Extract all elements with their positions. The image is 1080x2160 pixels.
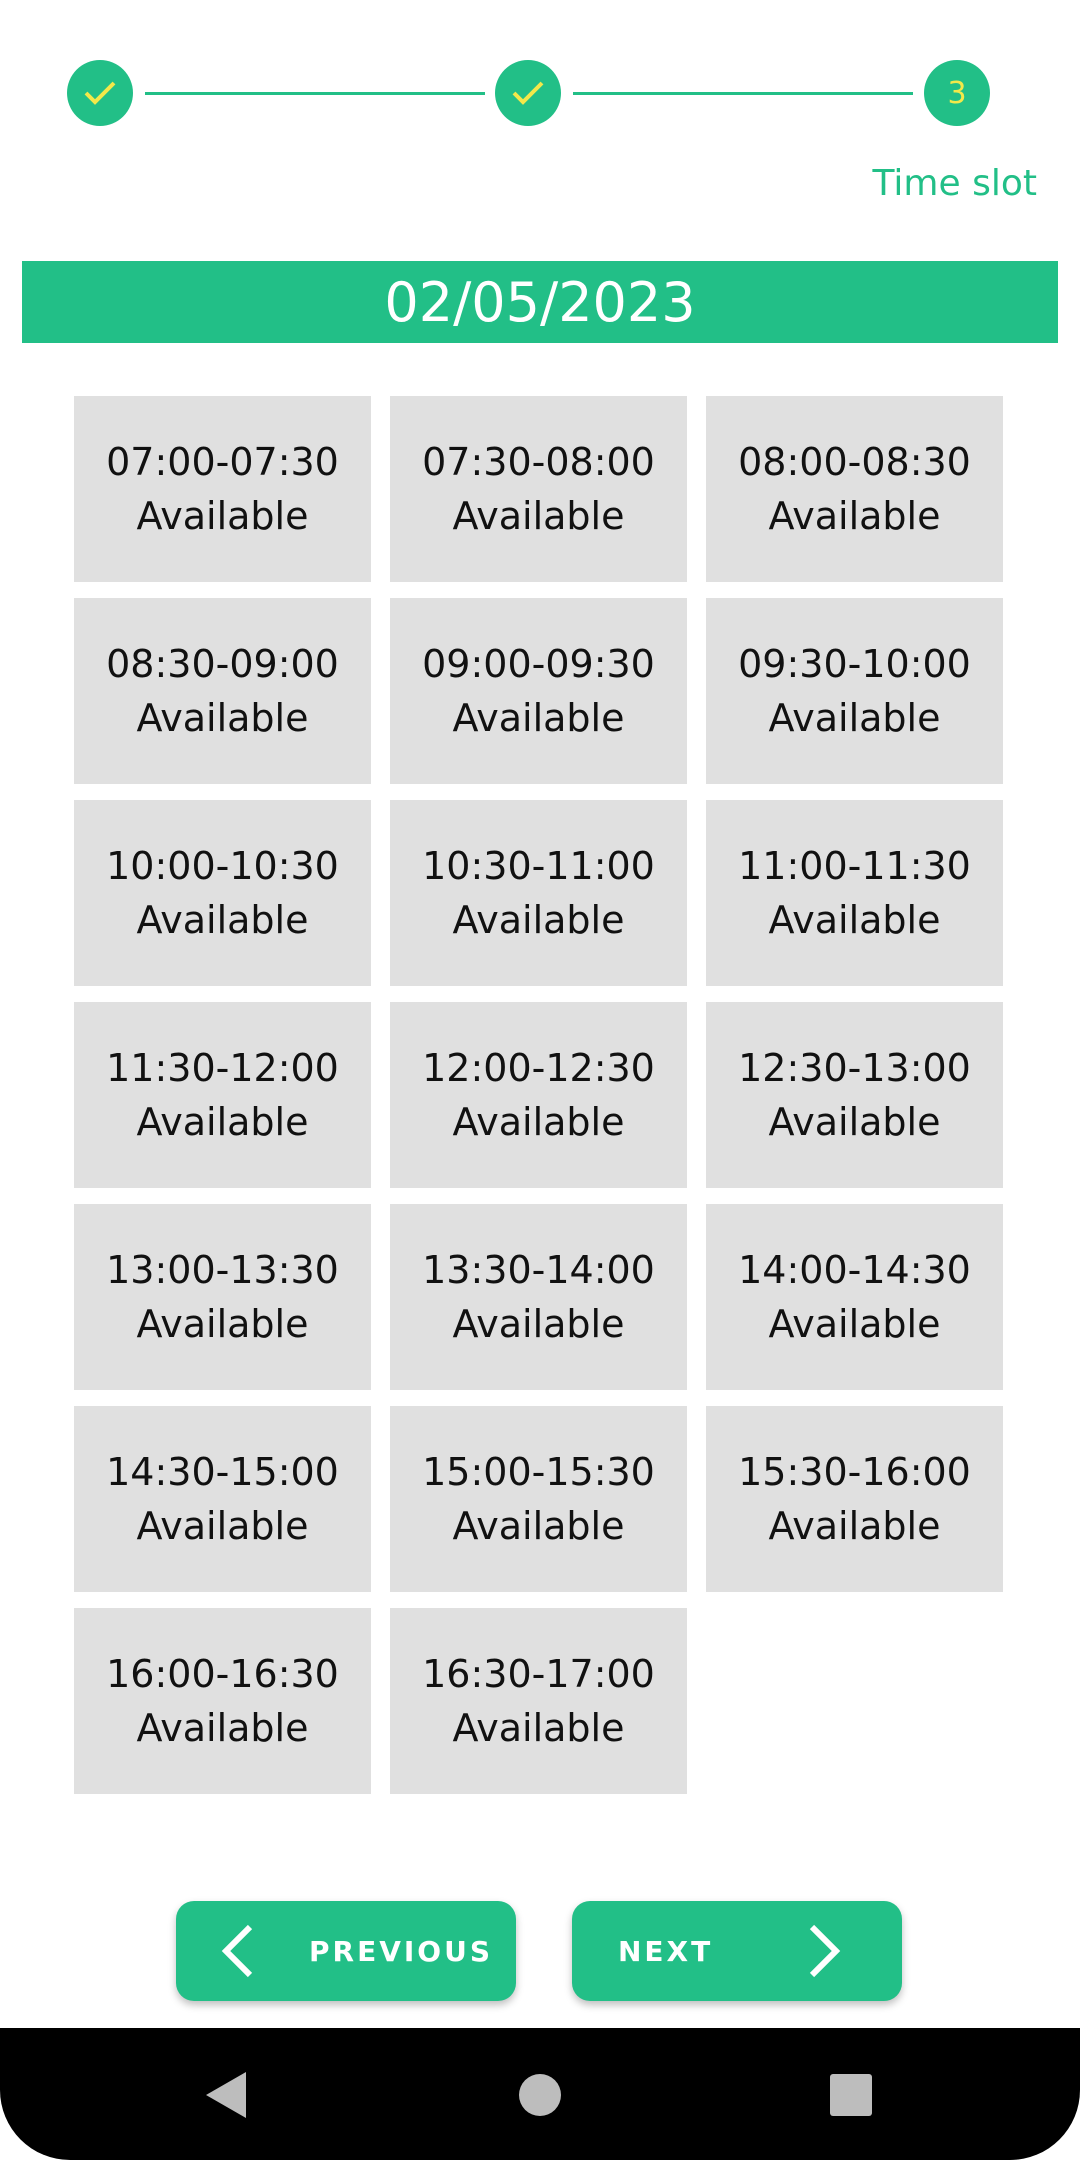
time-slot-status: Available	[136, 1302, 309, 1346]
time-slot[interactable]: 10:00-10:30 Available	[74, 800, 371, 986]
time-slot-status: Available	[768, 1504, 941, 1548]
time-slot-range: 12:00-12:30	[422, 1046, 655, 1090]
time-slot[interactable]: 09:00-09:30 Available	[390, 598, 687, 784]
next-button[interactable]: NEXT	[572, 1901, 902, 2001]
time-slot[interactable]: 13:30-14:00 Available	[390, 1204, 687, 1390]
time-slot[interactable]: 15:30-16:00 Available	[706, 1406, 1003, 1592]
time-slot[interactable]: 13:00-13:30 Available	[74, 1204, 371, 1390]
chevron-left-icon	[221, 1924, 253, 1978]
time-slot-range: 15:30-16:00	[738, 1450, 971, 1494]
time-slot-range: 07:30-08:00	[422, 440, 655, 484]
time-slot-range: 16:00-16:30	[106, 1652, 339, 1696]
chevron-right-icon	[809, 1924, 841, 1978]
time-slot-status: Available	[136, 696, 309, 740]
time-slot-status: Available	[136, 1706, 309, 1750]
time-slot-range: 11:30-12:00	[106, 1046, 339, 1090]
time-slot-range: 14:30-15:00	[106, 1450, 339, 1494]
time-slot-range: 08:00-08:30	[738, 440, 971, 484]
time-slot[interactable]: 07:00-07:30 Available	[74, 396, 371, 582]
stepper: 3 Time slot	[0, 0, 1080, 204]
time-slot-range: 14:00-14:30	[738, 1248, 971, 1292]
time-slot-range: 10:00-10:30	[106, 844, 339, 888]
step-1-done	[67, 60, 133, 126]
time-slot-range: 13:00-13:30	[106, 1248, 339, 1292]
time-slot-status: Available	[136, 494, 309, 538]
time-slot[interactable]: 16:30-17:00 Available	[390, 1608, 687, 1794]
step-2-done	[495, 60, 561, 126]
previous-button-label: PREVIOUS	[309, 1934, 494, 1968]
time-slot[interactable]: 08:00-08:30 Available	[706, 396, 1003, 582]
date-banner: 02/05/2023	[22, 261, 1058, 343]
time-slot-status: Available	[768, 696, 941, 740]
time-slot-status: Available	[452, 1504, 625, 1548]
time-slot[interactable]: 15:00-15:30 Available	[390, 1406, 687, 1592]
time-slot-status: Available	[452, 494, 625, 538]
check-icon	[512, 81, 544, 105]
time-slot-status: Available	[136, 1504, 309, 1548]
time-slot-status: Available	[452, 1706, 625, 1750]
time-slot[interactable]: 12:00-12:30 Available	[390, 1002, 687, 1188]
time-slot-range: 15:00-15:30	[422, 1450, 655, 1494]
time-slot[interactable]: 12:30-13:00 Available	[706, 1002, 1003, 1188]
step-connector	[145, 92, 485, 95]
time-slot[interactable]: 14:30-15:00 Available	[74, 1406, 371, 1592]
time-slot-status: Available	[452, 898, 625, 942]
time-slot-range: 11:00-11:30	[738, 844, 971, 888]
previous-button[interactable]: PREVIOUS	[176, 1901, 516, 2001]
time-slot-status: Available	[768, 1100, 941, 1144]
time-slot-range: 12:30-13:00	[738, 1046, 971, 1090]
time-slot[interactable]: 10:30-11:00 Available	[390, 800, 687, 986]
current-step-label: Time slot	[872, 163, 1037, 204]
time-slot[interactable]: 09:30-10:00 Available	[706, 598, 1003, 784]
time-slot[interactable]: 14:00-14:30 Available	[706, 1204, 1003, 1390]
step-connector	[573, 92, 913, 95]
step-number: 3	[947, 75, 967, 111]
time-slot-range: 13:30-14:00	[422, 1248, 655, 1292]
time-slot-status: Available	[768, 1302, 941, 1346]
time-slot-status: Available	[452, 696, 625, 740]
time-slot-range: 10:30-11:00	[422, 844, 655, 888]
time-slot-range: 07:00-07:30	[106, 440, 339, 484]
time-slot-status: Available	[136, 898, 309, 942]
time-slot-status: Available	[136, 1100, 309, 1144]
system-navigation-bar	[0, 2028, 1080, 2160]
home-icon[interactable]	[518, 2073, 562, 2117]
time-slot[interactable]: 16:00-16:30 Available	[74, 1608, 371, 1794]
time-slot[interactable]: 07:30-08:00 Available	[390, 396, 687, 582]
time-slot-range: 16:30-17:00	[422, 1652, 655, 1696]
check-icon	[84, 81, 116, 105]
time-slot-range: 09:30-10:00	[738, 642, 971, 686]
next-button-label: NEXT	[618, 1934, 714, 1968]
time-slot-status: Available	[452, 1302, 625, 1346]
time-slot-status: Available	[768, 898, 941, 942]
time-slot-grid: 07:00-07:30 Available 07:30-08:00 Available…	[74, 396, 1004, 1794]
time-slot-range: 09:00-09:30	[422, 642, 655, 686]
step-3-current: 3	[924, 60, 990, 126]
time-slot[interactable]: 08:30-09:00 Available	[74, 598, 371, 784]
time-slot-status: Available	[452, 1100, 625, 1144]
time-slot-status: Available	[768, 494, 941, 538]
time-slot-range: 08:30-09:00	[106, 642, 339, 686]
recents-icon[interactable]	[830, 2074, 872, 2116]
time-slot[interactable]: 11:00-11:30 Available	[706, 800, 1003, 986]
back-icon[interactable]	[204, 2070, 248, 2120]
time-slot[interactable]: 11:30-12:00 Available	[74, 1002, 371, 1188]
